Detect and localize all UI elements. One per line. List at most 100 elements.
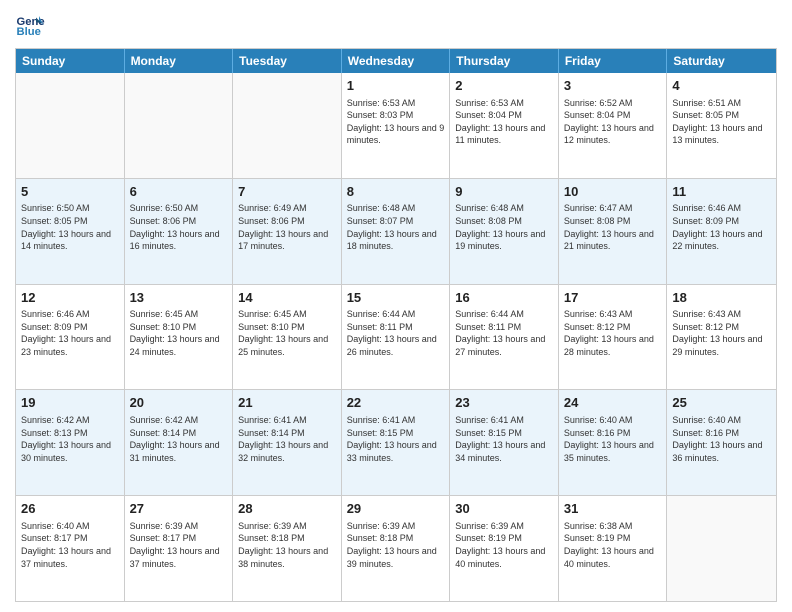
- calendar-cell: 9Sunrise: 6:48 AM Sunset: 8:08 PM Daylig…: [450, 179, 559, 284]
- day-info: Sunrise: 6:39 AM Sunset: 8:18 PM Dayligh…: [238, 520, 336, 570]
- calendar-row: 12Sunrise: 6:46 AM Sunset: 8:09 PM Dayli…: [16, 284, 776, 390]
- weekday-header: Tuesday: [233, 49, 342, 73]
- day-info: Sunrise: 6:53 AM Sunset: 8:04 PM Dayligh…: [455, 97, 553, 147]
- calendar-cell: 22Sunrise: 6:41 AM Sunset: 8:15 PM Dayli…: [342, 390, 451, 495]
- day-number: 9: [455, 183, 553, 201]
- weekday-header: Wednesday: [342, 49, 451, 73]
- calendar-cell: 28 Sunrise: 6:39 AM Sunset: 8:18 PM Dayli…: [233, 496, 342, 601]
- day-number: 31: [564, 500, 662, 518]
- logo: General Blue: [15, 10, 45, 40]
- calendar-row: 19Sunrise: 6:42 AM Sunset: 8:13 PM Dayli…: [16, 389, 776, 495]
- svg-text:Blue: Blue: [17, 26, 41, 38]
- calendar-cell: 24 Sunrise: 6:40 AM Sunset: 8:16 PM Dayli…: [559, 390, 668, 495]
- calendar: SundayMondayTuesdayWednesdayThursdayFrid…: [15, 48, 777, 602]
- calendar-cell: 16Sunrise: 6:44 AM Sunset: 8:11 PM Dayli…: [450, 285, 559, 390]
- calendar-cell: 4 Sunrise: 6:51 AM Sunset: 8:05 PM Daylig…: [667, 73, 776, 178]
- day-number: 11: [672, 183, 771, 201]
- day-info: Sunrise: 6:51 AM Sunset: 8:05 PM Dayligh…: [672, 97, 771, 147]
- calendar-cell: 14Sunrise: 6:45 AM Sunset: 8:10 PM Dayli…: [233, 285, 342, 390]
- day-info: Sunrise: 6:50 AM Sunset: 8:06 PM Dayligh…: [130, 202, 228, 252]
- calendar-cell: 3Sunrise: 6:52 AM Sunset: 8:04 PM Daylig…: [559, 73, 668, 178]
- header: General Blue: [15, 10, 777, 40]
- day-info: Sunrise: 6:40 AM Sunset: 8:16 PM Dayligh…: [672, 414, 771, 464]
- calendar-cell: 5Sunrise: 6:50 AM Sunset: 8:05 PM Daylig…: [16, 179, 125, 284]
- day-info: Sunrise: 6:44 AM Sunset: 8:11 PM Dayligh…: [455, 308, 553, 358]
- weekday-header: Saturday: [667, 49, 776, 73]
- calendar-cell: 13Sunrise: 6:45 AM Sunset: 8:10 PM Dayli…: [125, 285, 234, 390]
- weekday-header: Thursday: [450, 49, 559, 73]
- calendar-cell: 8Sunrise: 6:48 AM Sunset: 8:07 PM Daylig…: [342, 179, 451, 284]
- calendar-cell: [233, 73, 342, 178]
- calendar-cell: 18Sunrise: 6:43 AM Sunset: 8:12 PM Dayli…: [667, 285, 776, 390]
- day-number: 8: [347, 183, 445, 201]
- day-number: 16: [455, 289, 553, 307]
- calendar-cell: 2 Sunrise: 6:53 AM Sunset: 8:04 PM Daylig…: [450, 73, 559, 178]
- calendar-cell: 10Sunrise: 6:47 AM Sunset: 8:08 PM Dayli…: [559, 179, 668, 284]
- day-info: Sunrise: 6:41 AM Sunset: 8:15 PM Dayligh…: [455, 414, 553, 464]
- day-info: Sunrise: 6:45 AM Sunset: 8:10 PM Dayligh…: [130, 308, 228, 358]
- calendar-row: 26 Sunrise: 6:40 AM Sunset: 8:17 PM Dayli…: [16, 495, 776, 601]
- day-info: Sunrise: 6:46 AM Sunset: 8:09 PM Dayligh…: [21, 308, 119, 358]
- day-info: Sunrise: 6:41 AM Sunset: 8:14 PM Dayligh…: [238, 414, 336, 464]
- logo-icon: General Blue: [15, 10, 45, 40]
- day-number: 12: [21, 289, 119, 307]
- day-info: Sunrise: 6:47 AM Sunset: 8:08 PM Dayligh…: [564, 202, 662, 252]
- calendar-cell: 27 Sunrise: 6:39 AM Sunset: 8:17 PM Dayli…: [125, 496, 234, 601]
- calendar-cell: 19Sunrise: 6:42 AM Sunset: 8:13 PM Dayli…: [16, 390, 125, 495]
- day-info: Sunrise: 6:40 AM Sunset: 8:17 PM Dayligh…: [21, 520, 119, 570]
- day-number: 10: [564, 183, 662, 201]
- day-number: 29: [347, 500, 445, 518]
- day-number: 23: [455, 394, 553, 412]
- day-number: 30: [455, 500, 553, 518]
- day-number: 15: [347, 289, 445, 307]
- calendar-cell: 11Sunrise: 6:46 AM Sunset: 8:09 PM Dayli…: [667, 179, 776, 284]
- calendar-cell: 23 Sunrise: 6:41 AM Sunset: 8:15 PM Dayli…: [450, 390, 559, 495]
- calendar-cell: 30 Sunrise: 6:39 AM Sunset: 8:19 PM Dayli…: [450, 496, 559, 601]
- day-info: Sunrise: 6:53 AM Sunset: 8:03 PM Dayligh…: [347, 97, 445, 147]
- calendar-cell: 17Sunrise: 6:43 AM Sunset: 8:12 PM Dayli…: [559, 285, 668, 390]
- weekday-header: Sunday: [16, 49, 125, 73]
- day-info: Sunrise: 6:38 AM Sunset: 8:19 PM Dayligh…: [564, 520, 662, 570]
- day-info: Sunrise: 6:39 AM Sunset: 8:18 PM Dayligh…: [347, 520, 445, 570]
- calendar-cell: 25 Sunrise: 6:40 AM Sunset: 8:16 PM Dayli…: [667, 390, 776, 495]
- day-info: Sunrise: 6:50 AM Sunset: 8:05 PM Dayligh…: [21, 202, 119, 252]
- day-info: Sunrise: 6:39 AM Sunset: 8:19 PM Dayligh…: [455, 520, 553, 570]
- day-number: 24: [564, 394, 662, 412]
- day-info: Sunrise: 6:49 AM Sunset: 8:06 PM Dayligh…: [238, 202, 336, 252]
- day-number: 25: [672, 394, 771, 412]
- calendar-cell: [16, 73, 125, 178]
- page: General Blue SundayMondayTuesdayWednesda…: [0, 0, 792, 612]
- day-number: 4: [672, 77, 771, 95]
- calendar-cell: 20Sunrise: 6:42 AM Sunset: 8:14 PM Dayli…: [125, 390, 234, 495]
- calendar-row: 1 Sunrise: 6:53 AM Sunset: 8:03 PM Daylig…: [16, 73, 776, 178]
- calendar-cell: [667, 496, 776, 601]
- day-info: Sunrise: 6:48 AM Sunset: 8:08 PM Dayligh…: [455, 202, 553, 252]
- day-info: Sunrise: 6:42 AM Sunset: 8:13 PM Dayligh…: [21, 414, 119, 464]
- day-number: 7: [238, 183, 336, 201]
- weekday-header: Friday: [559, 49, 668, 73]
- day-number: 2: [455, 77, 553, 95]
- day-info: Sunrise: 6:43 AM Sunset: 8:12 PM Dayligh…: [564, 308, 662, 358]
- day-info: Sunrise: 6:42 AM Sunset: 8:14 PM Dayligh…: [130, 414, 228, 464]
- calendar-body: 1 Sunrise: 6:53 AM Sunset: 8:03 PM Daylig…: [16, 73, 776, 601]
- day-number: 21: [238, 394, 336, 412]
- day-info: Sunrise: 6:40 AM Sunset: 8:16 PM Dayligh…: [564, 414, 662, 464]
- calendar-cell: 15Sunrise: 6:44 AM Sunset: 8:11 PM Dayli…: [342, 285, 451, 390]
- calendar-cell: 31 Sunrise: 6:38 AM Sunset: 8:19 PM Dayli…: [559, 496, 668, 601]
- day-info: Sunrise: 6:39 AM Sunset: 8:17 PM Dayligh…: [130, 520, 228, 570]
- calendar-header: SundayMondayTuesdayWednesdayThursdayFrid…: [16, 49, 776, 73]
- day-number: 1: [347, 77, 445, 95]
- day-number: 26: [21, 500, 119, 518]
- day-number: 5: [21, 183, 119, 201]
- weekday-header: Monday: [125, 49, 234, 73]
- calendar-cell: 21 Sunrise: 6:41 AM Sunset: 8:14 PM Dayli…: [233, 390, 342, 495]
- calendar-cell: 6Sunrise: 6:50 AM Sunset: 8:06 PM Daylig…: [125, 179, 234, 284]
- day-info: Sunrise: 6:41 AM Sunset: 8:15 PM Dayligh…: [347, 414, 445, 464]
- day-number: 13: [130, 289, 228, 307]
- calendar-cell: 29 Sunrise: 6:39 AM Sunset: 8:18 PM Dayli…: [342, 496, 451, 601]
- day-number: 28: [238, 500, 336, 518]
- day-number: 27: [130, 500, 228, 518]
- day-info: Sunrise: 6:45 AM Sunset: 8:10 PM Dayligh…: [238, 308, 336, 358]
- day-number: 17: [564, 289, 662, 307]
- day-number: 14: [238, 289, 336, 307]
